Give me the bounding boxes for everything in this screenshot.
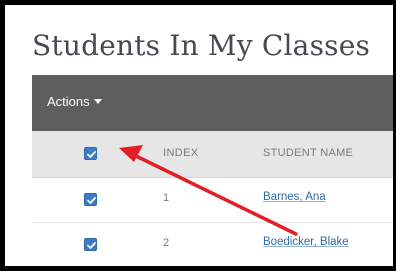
- select-all-checkbox[interactable]: [84, 147, 97, 160]
- student-name-link[interactable]: Boedicker, Blake: [263, 236, 349, 248]
- row-checkbox[interactable]: [84, 193, 97, 206]
- actions-label: Actions: [47, 94, 90, 109]
- actions-dropdown-button[interactable]: Actions: [47, 94, 102, 109]
- column-header-index[interactable]: INDEX: [163, 147, 199, 159]
- students-table: INDEX STUDENT NAME 1 Barnes, Ana 2 Boedi…: [32, 131, 393, 266]
- table-row: 2 Boedicker, Blake: [32, 223, 393, 266]
- row-index: 2: [163, 237, 170, 249]
- student-name-cell: Boedicker, Blake: [263, 236, 349, 248]
- page-title: Students In My Classes: [32, 29, 371, 62]
- caret-down-icon: [93, 99, 102, 104]
- checkmark-icon: [87, 242, 96, 249]
- student-name-cell: Barnes, Ana: [263, 191, 326, 203]
- row-index: 1: [163, 192, 170, 204]
- screenshot-frame: Students In My Classes Actions INDEX STU…: [0, 0, 396, 271]
- row-checkbox[interactable]: [84, 238, 97, 251]
- table-header-row: INDEX STUDENT NAME: [32, 131, 393, 178]
- checkmark-icon: [87, 197, 96, 204]
- column-header-student-name[interactable]: STUDENT NAME: [263, 147, 353, 159]
- actions-toolbar: Actions: [32, 75, 393, 131]
- checkmark-icon: [87, 151, 96, 158]
- student-name-link[interactable]: Barnes, Ana: [263, 191, 326, 203]
- table-row: 1 Barnes, Ana: [32, 178, 393, 223]
